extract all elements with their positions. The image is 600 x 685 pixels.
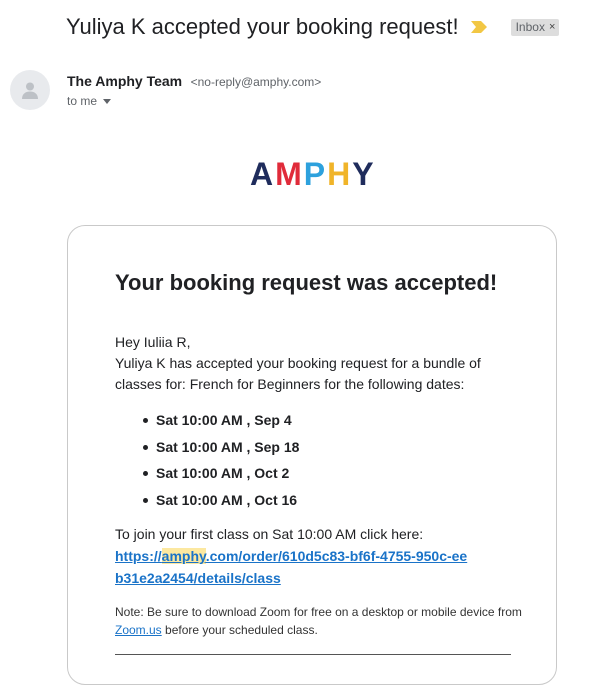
note-text: before your scheduled class. [161,623,318,637]
remove-label-icon[interactable]: × [549,21,555,33]
join-class-link[interactable]: https://amphy.com/order/610d5c83-bf6f-47… [115,545,475,589]
message-body: Hey Iuliia R, Yuliya K has accepted your… [115,332,515,395]
list-item: Sat 10:00 AM , Sep 4 [115,407,299,434]
logo-letter: A [250,156,275,190]
note-text: Note: Be sure to download Zoom for free … [115,605,522,619]
sender-name[interactable]: The Amphy Team [67,73,182,89]
sender-avatar [10,70,50,110]
sender-email: <no-reply@amphy.com> [190,75,322,89]
card-title: Your booking request was accepted! [115,270,498,295]
intro-text: Yuliya K has accepted your booking reque… [115,355,481,392]
link-highlight: amphy [161,548,206,564]
list-item: Sat 10:00 AM , Sep 18 [115,434,299,461]
email-subject: Yuliya K accepted your booking request! [66,14,459,39]
logo-letter: H [327,156,352,190]
recipient-details-toggle[interactable]: to me [67,94,112,108]
person-icon [22,82,38,99]
subject-row: Yuliya K accepted your booking request! … [66,14,560,40]
caret-down-icon [103,98,112,104]
join-instructions: To join your first class on Sat 10:00 AM… [115,526,424,542]
link-part: https:// [115,548,162,564]
greeting: Hey Iuliia R, [115,334,191,350]
zoom-link[interactable]: Zoom.us [115,623,162,637]
recipient-label: to me [67,94,98,108]
inbox-label-chip: Inbox × [510,18,560,36]
importance-marker-icon[interactable] [470,21,487,33]
list-item: Sat 10:00 AM , Oct 16 [115,487,299,514]
class-dates-list: Sat 10:00 AM , Sep 4 Sat 10:00 AM , Sep … [115,407,299,513]
logo-letter: P [304,156,327,190]
inbox-label-text: Inbox [515,19,545,34]
list-item: Sat 10:00 AM , Oct 2 [115,460,299,487]
booking-card: Your booking request was accepted! Hey I… [67,225,557,685]
logo-letter: Y [352,156,374,190]
sender-row: The Amphy Team <no-reply@amphy.com> [67,73,321,91]
amphy-logo: AMPHY [250,156,374,190]
logo-letter: M [275,156,304,190]
zoom-note: Note: Be sure to download Zoom for free … [115,603,525,639]
svg-text:AMPHY: AMPHY [250,156,374,190]
divider [115,654,511,655]
